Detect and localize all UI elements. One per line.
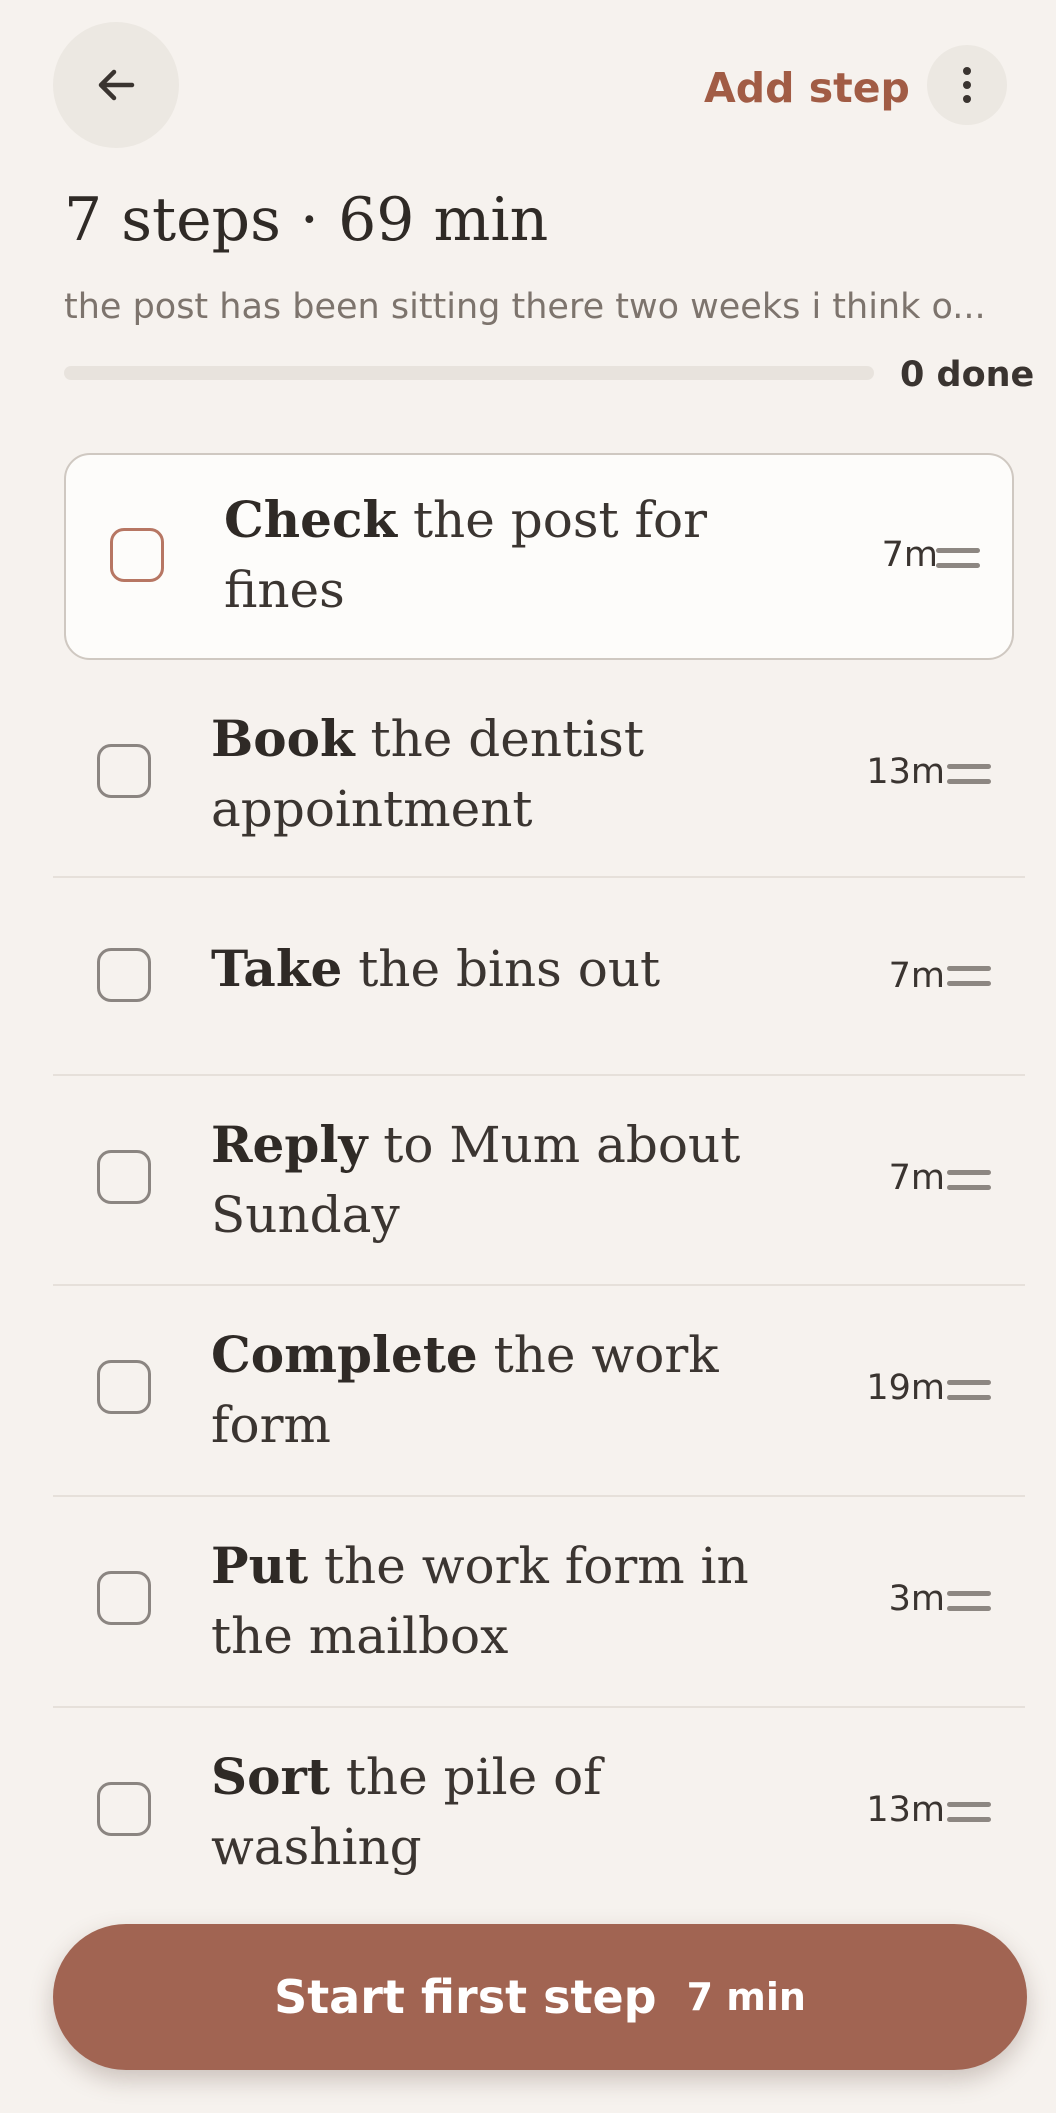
step-checkbox[interactable] [97,1782,151,1836]
step-verb: Book [211,709,355,768]
drag-handle-icon[interactable] [947,1376,991,1404]
step-text: Complete the work form [211,1320,791,1460]
done-count: 0 done [900,355,1035,395]
step-item[interactable]: Reply to Mum about Sunday 7m [53,1076,1025,1286]
step-verb: Sort [211,1747,330,1806]
step-duration: 13m [866,1790,945,1830]
step-verb: Reply [211,1115,368,1174]
step-text: Book the dentist appointment [211,704,791,844]
step-checkbox[interactable] [97,1571,151,1625]
step-checkbox[interactable] [97,1150,151,1204]
step-item[interactable]: Check the post for fines 7m [64,453,1014,660]
step-verb: Put [211,1536,309,1595]
step-text: Sort the pile of washing [211,1742,791,1882]
more-options-button[interactable] [927,45,1007,125]
step-text: Put the work form in the mailbox [211,1531,791,1671]
step-item[interactable]: Put the work form in the mailbox 3m [53,1497,1025,1708]
start-first-step-button[interactable]: Start first step 7 min [53,1924,1027,2070]
step-duration: 7m [881,535,938,575]
step-verb: Take [211,939,343,998]
step-item[interactable]: Take the bins out 7m [53,878,1025,1076]
step-text: Check the post for fines [224,485,784,625]
step-duration: 7m [888,956,945,996]
step-duration: 13m [866,752,945,792]
progress-bar [64,366,874,380]
cta-time: 7 min [686,1975,806,2019]
step-description: the bins out [358,940,661,998]
page-title: 7 steps · 69 min [64,185,549,255]
more-vertical-icon [963,67,971,103]
step-checkbox[interactable] [97,948,151,1002]
step-verb: Check [224,490,398,549]
step-text: Reply to Mum about Sunday [211,1110,791,1250]
step-checkbox[interactable] [97,744,151,798]
drag-handle-icon[interactable] [936,544,980,572]
task-summary: the post has been sitting there two week… [64,287,986,327]
drag-handle-icon[interactable] [947,1798,991,1826]
step-duration: 7m [888,1158,945,1198]
add-step-button[interactable]: Add step [704,58,910,118]
drag-handle-icon[interactable] [947,1166,991,1194]
step-checkbox[interactable] [110,528,164,582]
back-button[interactable] [53,22,179,148]
step-duration: 3m [888,1579,945,1619]
drag-handle-icon[interactable] [947,760,991,788]
step-text: Take the bins out [211,934,791,1004]
drag-handle-icon[interactable] [947,962,991,990]
drag-handle-icon[interactable] [947,1587,991,1615]
step-checkbox[interactable] [97,1360,151,1414]
cta-label: Start first step [274,1970,657,2024]
arrow-left-icon [98,69,135,101]
step-verb: Complete [211,1325,478,1384]
step-item[interactable]: Sort the pile of washing 13m [53,1708,1025,1908]
step-duration: 19m [866,1368,945,1408]
step-item[interactable]: Book the dentist appointment 13m [53,680,1025,878]
step-item[interactable]: Complete the work form 19m [53,1286,1025,1497]
